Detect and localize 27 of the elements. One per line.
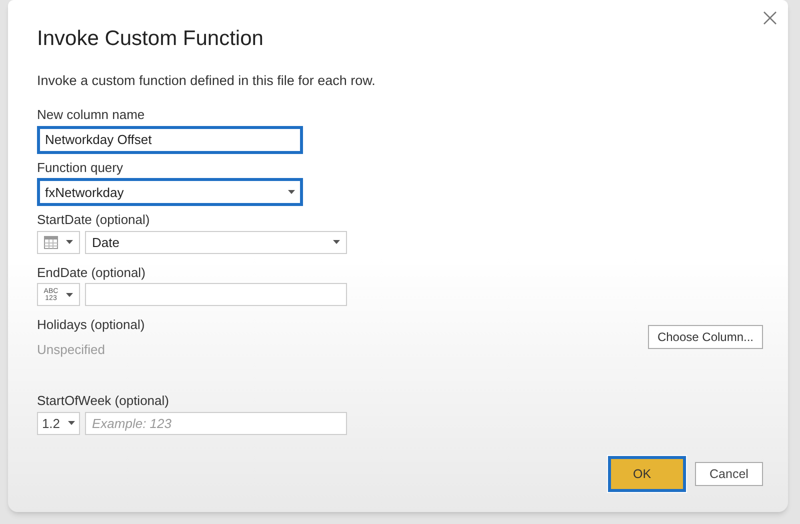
field-label: StartDate (optional) bbox=[37, 211, 151, 230]
dropdown-field[interactable]: fxNetworkday bbox=[37, 178, 303, 206]
field-label: New column name bbox=[37, 106, 146, 124]
type-button[interactable] bbox=[37, 230, 80, 254]
field-label: Function query bbox=[37, 158, 124, 177]
input-field[interactable] bbox=[85, 283, 347, 306]
type-button[interactable]: 1.2 bbox=[37, 412, 80, 435]
ok-button[interactable]: OK bbox=[608, 456, 686, 492]
field-label: EndDate (optional) bbox=[37, 264, 146, 282]
table-icon bbox=[44, 236, 58, 249]
close-icon[interactable] bbox=[762, 10, 778, 26]
type-label: 1.2 bbox=[42, 414, 60, 432]
caret-icon bbox=[288, 190, 295, 194]
unspecified-text: Unspecified bbox=[37, 340, 106, 359]
caret-icon bbox=[68, 421, 76, 426]
input-field[interactable]: Example: 123 bbox=[85, 412, 347, 435]
field-label: StartOfWeek (optional) bbox=[37, 392, 170, 410]
caret-icon bbox=[66, 292, 74, 297]
field-label: Holidays (optional) bbox=[37, 316, 145, 334]
caret-icon bbox=[66, 240, 73, 244]
cancel-button[interactable]: Cancel bbox=[695, 462, 763, 486]
caret-icon bbox=[333, 240, 340, 244]
choose-column-button[interactable]: Choose Column... bbox=[648, 325, 763, 350]
dialog-description: Invoke a custom function defined in this file for each row. bbox=[37, 72, 376, 90]
dialog-title: Invoke Custom Function bbox=[37, 28, 264, 49]
text-field[interactable]: Networkday Offset bbox=[37, 126, 303, 154]
dropdown-field[interactable]: Date bbox=[85, 230, 347, 254]
